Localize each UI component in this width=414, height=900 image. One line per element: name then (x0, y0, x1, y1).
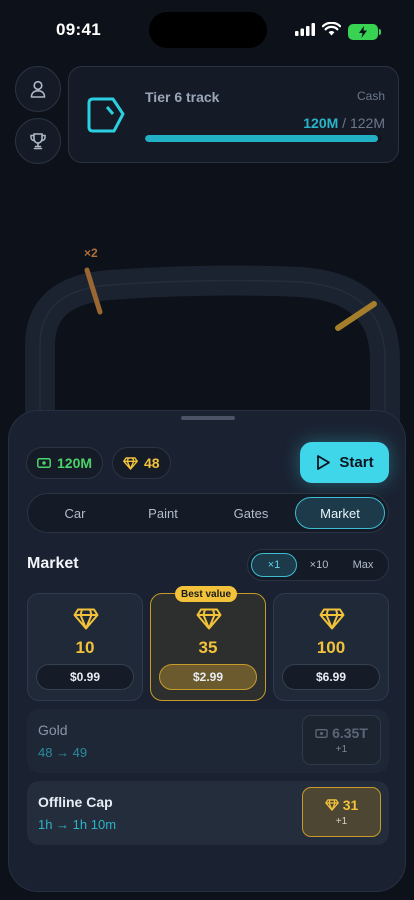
wifi-icon (321, 21, 342, 41)
dynamic-island (149, 12, 267, 48)
buy-price-button[interactable]: $2.99 (159, 664, 257, 690)
upgrade-cost-value: 31 (342, 797, 359, 813)
upgrade-cost-value: 6.35T (332, 725, 368, 741)
gem-icon (319, 608, 345, 630)
track-title: Tier 6 track (145, 89, 220, 105)
cash-balance: 120M (26, 447, 104, 479)
gem-balance: 48 (112, 447, 171, 479)
multiplier-x10[interactable]: ×10 (297, 553, 341, 577)
upgrade-increment: +1 (335, 744, 348, 755)
cash-progress-bar (145, 135, 382, 142)
multiplier-x1[interactable]: ×1 (251, 553, 297, 577)
gem-pack-amount: 100 (316, 638, 346, 657)
upgrade-row-gold: Gold 48 → 49 6.35T +1 (27, 709, 389, 773)
multiplier-max[interactable]: Max (341, 553, 385, 577)
race-track (25, 265, 400, 430)
cash-progress-fill (145, 135, 379, 142)
drag-handle[interactable] (181, 416, 235, 420)
best-value-badge: Best value (175, 586, 238, 602)
track-card: Tier 6 track Cash 120M / 122M (68, 66, 399, 163)
trophy-button[interactable] (15, 118, 61, 164)
cash-icon (37, 458, 51, 468)
upgrade-row-offline-cap: Offline Cap 1h → 1h 10m 31 +1 (27, 781, 389, 845)
upgrade-change: 1h → 1h 10m (38, 817, 117, 832)
cash-progress-value: 120M / 122M (303, 115, 385, 131)
status-time: 09:41 (56, 20, 101, 39)
tab-paint[interactable]: Paint (119, 497, 207, 529)
cash-max: 122M (349, 115, 385, 131)
buy-price-button[interactable]: $6.99 (282, 664, 380, 690)
upgrade-buy-button[interactable]: 6.35T +1 (302, 715, 381, 765)
buy-multiplier-selector: ×1 ×10 Max (247, 549, 389, 581)
upgrade-increment: +1 (335, 816, 348, 827)
gem-pack-amount: 10 (75, 638, 95, 657)
upgrade-name: Gold (38, 722, 68, 738)
user-icon (30, 80, 46, 98)
cash-separator: / (338, 115, 350, 131)
upgrade-change: 48 → 49 (38, 745, 88, 760)
gem-pack-card[interactable]: 10 $0.99 (27, 593, 143, 701)
cash-balance-value: 120M (57, 455, 93, 471)
track-shape-icon (87, 95, 129, 140)
section-title: Market (27, 555, 79, 572)
cash-label: Cash (356, 89, 385, 103)
tab-bar: Car Paint Gates Market (27, 493, 389, 533)
gem-icon (123, 456, 138, 470)
tab-market[interactable]: Market (295, 497, 385, 529)
cash-icon (315, 728, 328, 738)
gem-pack-amount: 35 (198, 638, 218, 657)
cash-current: 120M (303, 115, 339, 131)
status-bar: 09:41 (0, 0, 414, 60)
gem-pack-card-best-value[interactable]: Best value 35 $2.99 (150, 586, 266, 701)
play-icon (317, 455, 331, 470)
status-icons (295, 21, 381, 41)
trophy-icon (30, 133, 46, 150)
tab-car[interactable]: Car (31, 497, 119, 529)
upgrade-cost: 31 (324, 797, 359, 813)
gem-icon (324, 799, 339, 811)
upgrade-name: Offline Cap (38, 794, 113, 810)
gem-icon (196, 608, 222, 630)
start-label: Start (339, 454, 374, 471)
gate-multiplier-label: ×2 (84, 246, 98, 260)
gem-balance-value: 48 (144, 455, 160, 471)
profile-button[interactable] (15, 66, 61, 112)
battery-charging-icon (348, 23, 381, 40)
buy-price-button[interactable]: $0.99 (36, 664, 134, 690)
start-button[interactable]: Start (300, 442, 389, 483)
gem-pack-card[interactable]: 100 $6.99 (273, 593, 389, 701)
gem-icon (73, 608, 99, 630)
signal-icon (295, 22, 315, 41)
bottom-panel: 120M 48 Start Car Paint Gates Market Mar… (8, 410, 406, 892)
upgrade-buy-button[interactable]: 31 +1 (302, 787, 381, 837)
tab-gates[interactable]: Gates (207, 497, 295, 529)
upgrade-cost: 6.35T (315, 725, 368, 741)
